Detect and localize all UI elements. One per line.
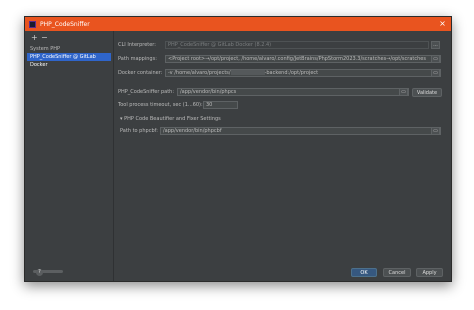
cli-interpreter-select[interactable]: PHP_CodeSniffer @ GitLab Docker (8.2.4) [165, 41, 429, 49]
codesniffer-path-folder-icon[interactable]: ▭ [399, 88, 408, 96]
docker-container-folder-icon[interactable]: ▭ [431, 69, 440, 77]
cancel-button[interactable]: Cancel [383, 268, 411, 277]
interpreter-browse-button[interactable]: ... [431, 41, 440, 49]
help-icon[interactable]: ? [36, 269, 43, 276]
path-mappings-label: Path mappings: [118, 56, 157, 62]
phpcbf-path-folder-icon[interactable]: ▭ [431, 127, 440, 135]
beautifier-section-toggle[interactable]: ▾ PHP Code Beautifier and Fixer Settings [120, 115, 221, 123]
apply-button[interactable]: Apply [416, 268, 443, 277]
list-item-codesniffer-docker[interactable]: PHP_CodeSniffer @ GitLab Docker [27, 53, 111, 68]
remove-icon[interactable]: − [41, 34, 48, 42]
add-icon[interactable]: + [31, 34, 38, 42]
phpcbf-path-field[interactable]: /app/vendor/bin/phpcbf [160, 127, 441, 135]
beautifier-section-title: PHP Code Beautifier and Fixer Settings [124, 116, 221, 122]
cli-interpreter-label: CLI Interpreter: [118, 42, 156, 48]
codesniffer-path-field[interactable]: /app/vendor/bin/phpcs [177, 88, 409, 96]
interpreter-list-panel: + − System PHP PHP_CodeSniffer @ GitLab … [25, 31, 114, 281]
docker-container-field[interactable]: -v /home/alvaro/projects/ -backend:/opt/p… [165, 69, 441, 77]
redacted-segment [230, 70, 265, 75]
path-mappings-field[interactable]: <Project root>→/opt/project, /home/alvar… [165, 55, 441, 63]
docker-container-prefix: -v /home/alvaro/projects/ [168, 70, 231, 76]
close-icon[interactable]: × [438, 19, 447, 28]
path-mappings-folder-icon[interactable]: ▭ [431, 55, 440, 63]
list-item-system-php[interactable]: System PHP [27, 45, 111, 53]
settings-dialog: PHP_CodeSniffer × + − System PHP PHP_Cod… [24, 16, 452, 282]
timeout-label: Tool process timeout, sec (1...60): [118, 102, 203, 108]
docker-container-suffix: -backend:/opt/project [264, 70, 319, 76]
codesniffer-path-label: PHP_CodeSniffer path: [118, 89, 175, 95]
title-bar: PHP_CodeSniffer × [25, 17, 451, 31]
timeout-spinner[interactable]: 30 [203, 101, 238, 109]
chevron-down-icon: ▾ [120, 116, 123, 122]
phpcbf-path-label: Path to phpcbf: [120, 128, 158, 134]
phpstorm-icon [29, 20, 36, 28]
docker-container-label: Docker container: [118, 70, 163, 76]
ok-button[interactable]: OK [351, 268, 377, 277]
validate-button[interactable]: Validate [412, 88, 442, 97]
window-title: PHP_CodeSniffer [40, 20, 90, 28]
